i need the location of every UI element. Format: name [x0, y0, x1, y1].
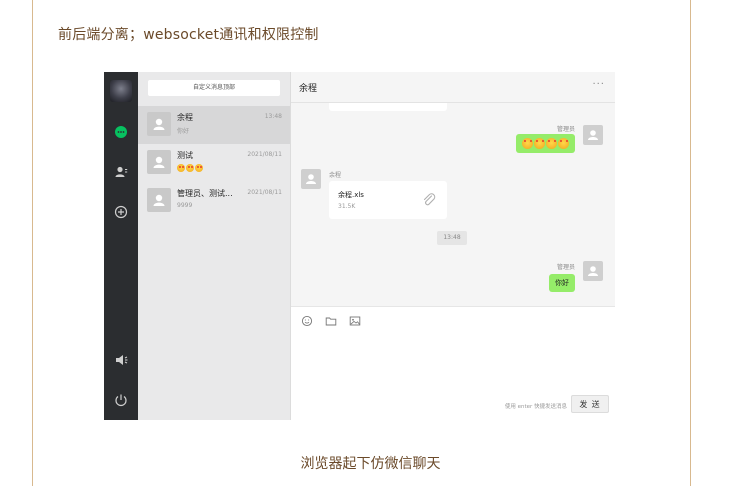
power-icon[interactable] — [113, 392, 129, 408]
chat-app-screenshot: 自定义消息顶部 余程 你好 13:48 测试 2021/08/11 管理员、测试… — [104, 72, 615, 420]
emoji-icon — [558, 138, 569, 149]
conversation-item[interactable]: 测试 2021/08/11 — [138, 144, 290, 182]
folder-icon[interactable] — [325, 315, 337, 327]
conversation-avatar — [147, 150, 171, 174]
conversation-time: 13:48 — [264, 113, 282, 120]
message-avatar[interactable] — [583, 125, 603, 145]
message-sender: 管理员 — [556, 126, 575, 133]
custom-top-button[interactable]: 自定义消息顶部 — [148, 80, 280, 96]
emoji-icon[interactable] — [301, 315, 313, 327]
send-button[interactable]: 发 送 — [571, 395, 609, 413]
message-avatar[interactable] — [301, 169, 321, 189]
send-shortcut-hint: 使用 enter 快捷发送消息 — [504, 404, 567, 410]
message-sender: 余程 — [329, 172, 342, 179]
emoji-icon — [534, 138, 545, 149]
conversation-time: 2021/08/11 — [247, 151, 282, 158]
user-avatar[interactable] — [110, 80, 132, 102]
left-nav — [104, 72, 138, 420]
message-composer[interactable]: 使用 enter 快捷发送消息 发 送 — [291, 306, 615, 420]
message-bubble-emojis[interactable] — [516, 134, 575, 153]
emoji-icon — [546, 138, 557, 149]
emoji-icon — [522, 138, 533, 149]
chat-title: 余程 — [299, 84, 318, 94]
conversation-preview: 你好 — [177, 128, 190, 135]
conversation-preview-emojis — [177, 164, 203, 172]
message-bubble-text[interactable]: 你好 — [549, 274, 575, 292]
conversation-item[interactable]: 余程 你好 13:48 — [138, 106, 290, 144]
contacts-icon[interactable] — [113, 164, 129, 180]
conversation-name: 管理员、测试... — [177, 189, 233, 198]
conversation-list: 自定义消息顶部 余程 你好 13:48 测试 2021/08/11 管理员、测试… — [138, 72, 291, 420]
file-name: 余程.xls — [338, 191, 364, 199]
time-divider: 13:48 — [437, 231, 467, 245]
file-size: 31.5K — [338, 203, 356, 210]
add-icon[interactable] — [113, 204, 129, 220]
speaker-icon[interactable] — [113, 352, 129, 368]
emoji-icon — [195, 164, 203, 172]
message-sender: 管理员 — [556, 264, 575, 271]
paperclip-icon — [421, 192, 437, 208]
emoji-icon — [186, 164, 194, 172]
message-list[interactable]: 管理员 余程 余程.xls 31.5K 13:48 管理员 你好 — [291, 103, 615, 306]
article-right-border — [690, 0, 691, 486]
conversation-avatar — [147, 112, 171, 136]
conversation-avatar — [147, 188, 171, 212]
conversation-time: 2021/08/11 — [247, 189, 282, 196]
message-bubble-partial — [329, 103, 447, 111]
conversation-item[interactable]: 管理员、测试... 9999 2021/08/11 — [138, 182, 290, 220]
chat-header: 余程 ··· — [291, 72, 615, 103]
article-title: 前后端分离；websocket通讯和权限控制 — [58, 27, 319, 43]
conversation-name: 余程 — [177, 113, 193, 122]
article-left-border — [32, 0, 33, 486]
chat-panel: 余程 ··· 管理员 余程 余程.xls 31.5K 13:48 管理员 你好 … — [291, 72, 615, 420]
emoji-icon — [177, 164, 185, 172]
image-icon[interactable] — [349, 315, 361, 327]
figure-caption: 浏览器起下仿微信聊天 — [300, 456, 441, 472]
chat-icon[interactable] — [113, 124, 129, 140]
conversation-preview: 9999 — [177, 202, 193, 209]
conversation-name: 测试 — [177, 151, 193, 160]
file-message[interactable]: 余程.xls 31.5K — [329, 181, 447, 219]
more-options-button[interactable]: ··· — [592, 79, 605, 90]
message-avatar[interactable] — [583, 261, 603, 281]
